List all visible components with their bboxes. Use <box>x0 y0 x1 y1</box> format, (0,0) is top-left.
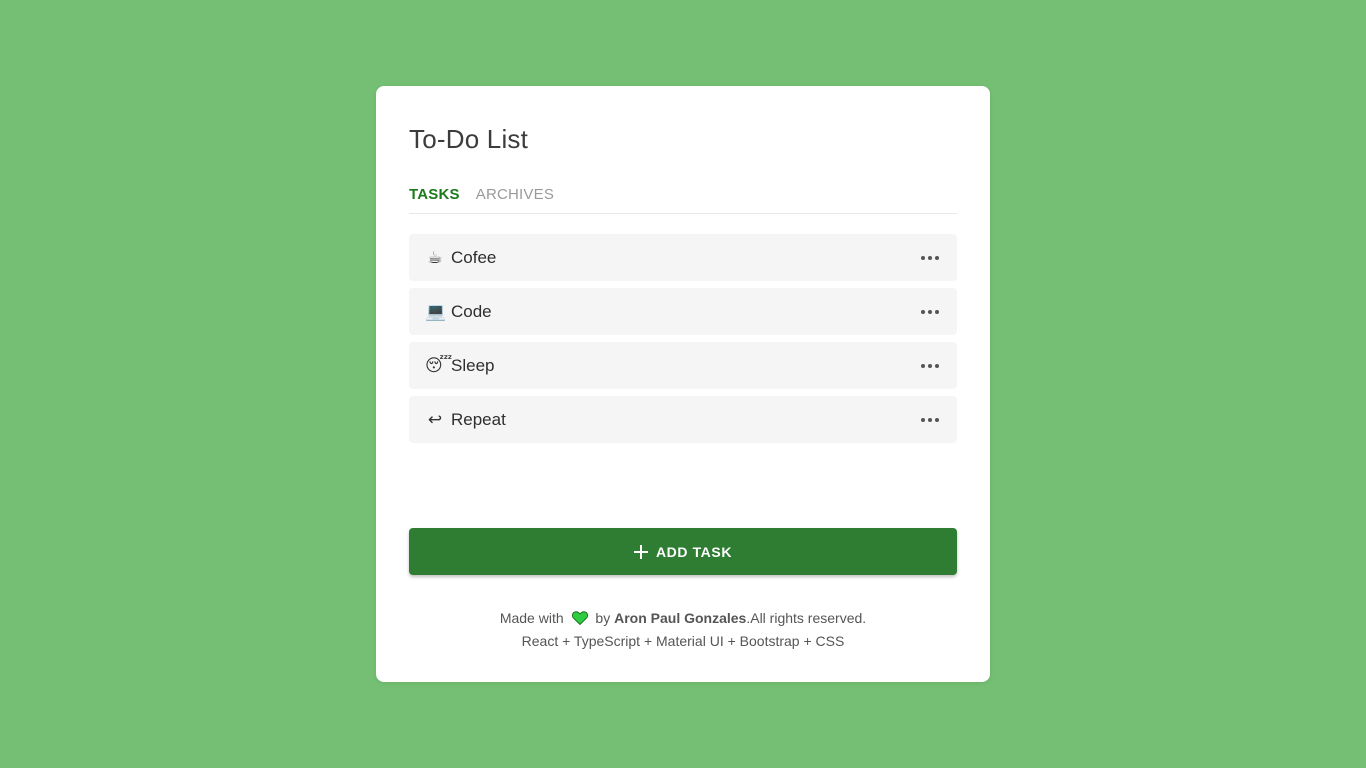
add-task-button[interactable]: ADD TASK <box>409 528 957 575</box>
task-item-sleep[interactable]: 😴 Sleep <box>409 342 957 389</box>
sleeping-face-icon: 😴 <box>425 356 453 375</box>
heart-icon <box>571 610 588 631</box>
add-task-label: ADD TASK <box>655 543 733 560</box>
footer-made-with: Made with <box>499 610 564 626</box>
footer-credit-line: Made with by Aron Paul Gonzales.All righ… <box>376 608 990 631</box>
todo-card: To-Do List TASKS ARCHIVES ☕ Cofee 💻 Code… <box>376 86 990 682</box>
tab-tasks[interactable]: TASKS <box>409 186 460 204</box>
footer-tech-stack: React + TypeScript + Material UI + Boots… <box>521 633 845 649</box>
footer-by: by <box>595 610 611 626</box>
task-label: Repeat <box>451 409 506 429</box>
task-label: Sleep <box>451 355 495 375</box>
task-item-repeat[interactable]: ↩ Repeat <box>409 396 957 443</box>
task-label: Code <box>451 301 492 321</box>
tab-bar: TASKS ARCHIVES <box>409 186 957 214</box>
task-item-cofee[interactable]: ☕ Cofee <box>409 234 957 281</box>
task-label: Cofee <box>451 247 497 267</box>
coffee-icon: ☕ <box>427 248 443 267</box>
more-options-icon[interactable] <box>919 412 941 428</box>
footer: Made with by Aron Paul Gonzales.All righ… <box>376 608 990 652</box>
page-title: To-Do List <box>409 124 529 154</box>
task-item-code[interactable]: 💻 Code <box>409 288 957 335</box>
more-options-icon[interactable] <box>919 250 941 266</box>
more-options-icon[interactable] <box>919 304 941 320</box>
more-options-icon[interactable] <box>919 358 941 374</box>
plus-icon <box>633 544 648 559</box>
tab-archives[interactable]: ARCHIVES <box>476 186 554 204</box>
return-arrow-icon: ↩ <box>427 410 443 429</box>
footer-author: Aron Paul Gonzales <box>614 610 747 626</box>
task-list: ☕ Cofee 💻 Code 😴 Sleep ↩ Repeat <box>409 234 957 443</box>
laptop-icon: 💻 <box>425 302 447 321</box>
footer-rights: .All rights reserved. <box>746 610 867 626</box>
